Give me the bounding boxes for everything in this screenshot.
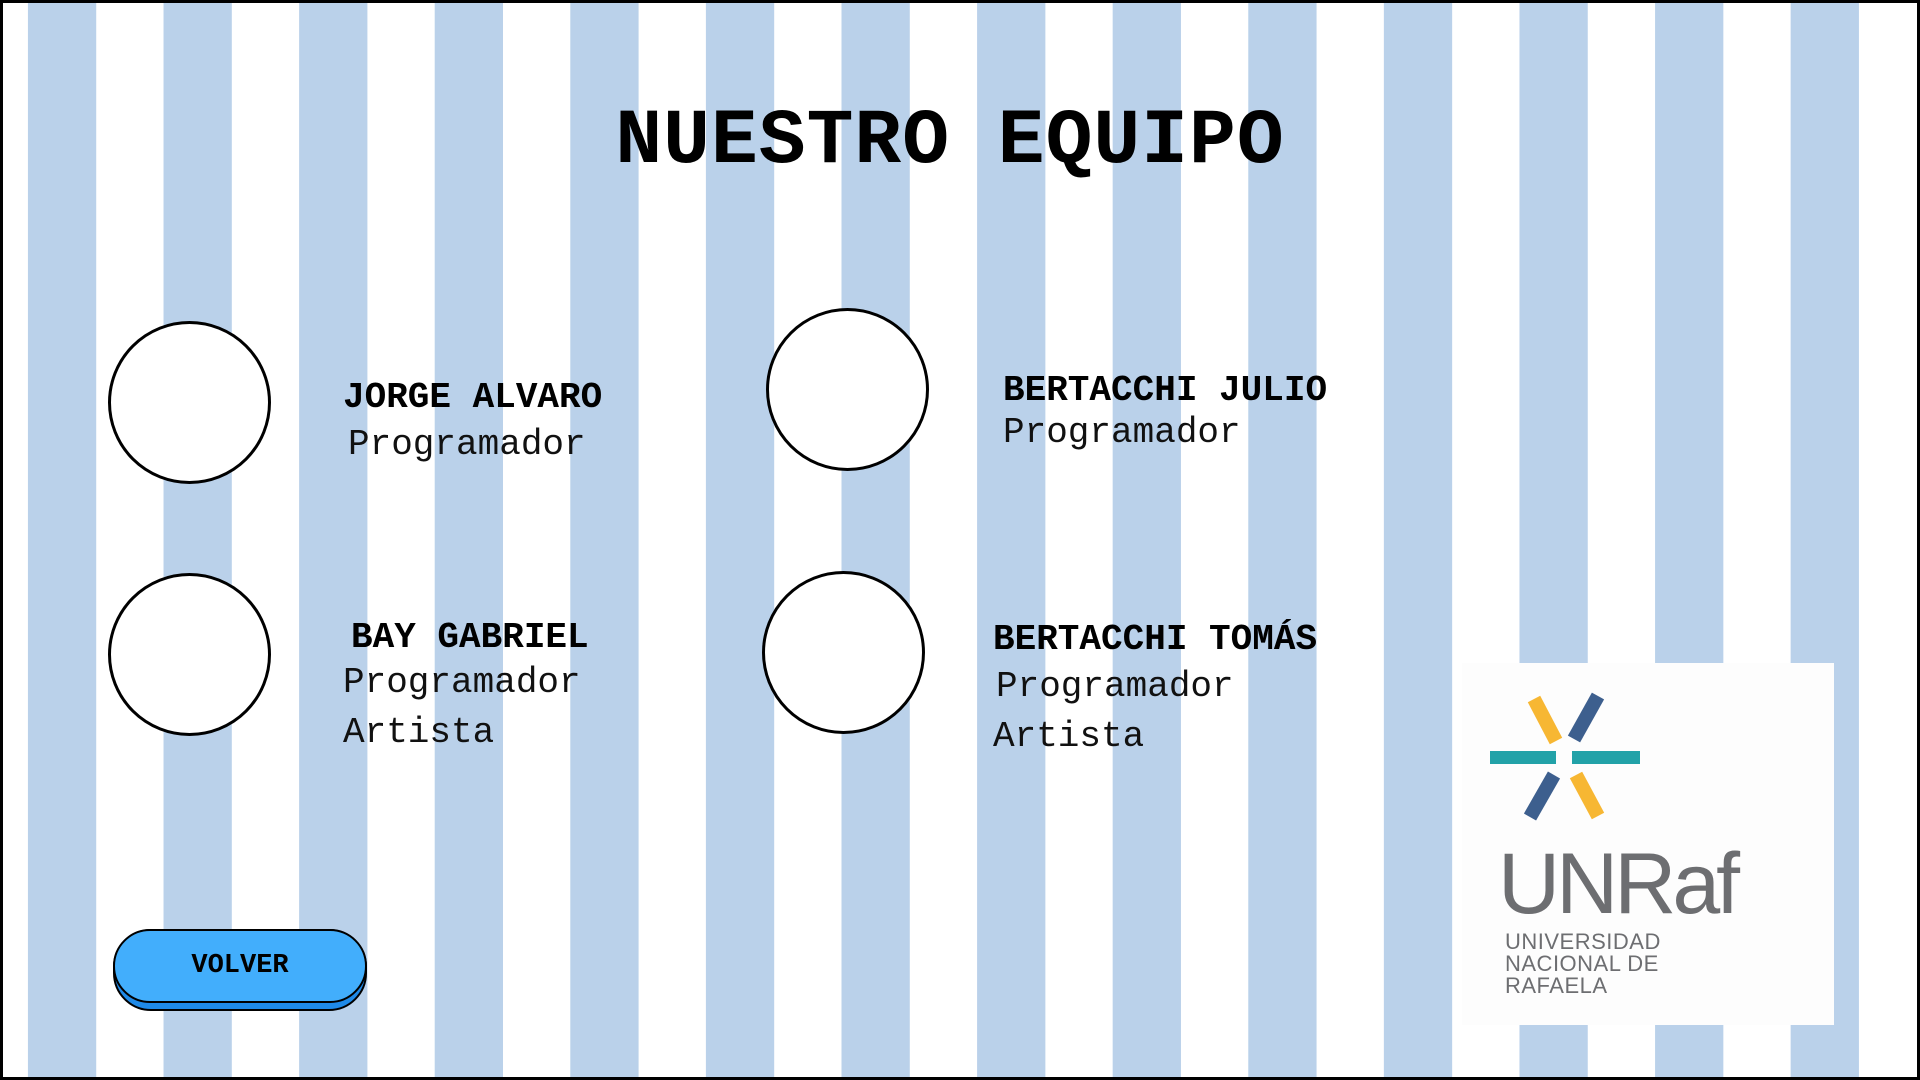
- member-name: JORGE ALVARO: [343, 377, 603, 418]
- member-card-bertacchi-julio: BERTACCHI JULIO Programador: [1003, 369, 1327, 453]
- logo-subtitle-line: UNIVERSIDAD: [1505, 929, 1661, 954]
- member-role: Programador: [343, 662, 581, 703]
- member-avatar-bertacchi-julio: [766, 308, 929, 471]
- back-button[interactable]: VOLVER: [113, 929, 367, 1011]
- member-role: Programador: [1003, 412, 1241, 453]
- team-screen: NUESTRO EQUIPO JORGE ALVARO Programador …: [0, 0, 1920, 1080]
- member-avatar-bay-gabriel: [108, 573, 271, 736]
- page-title: NUESTRO EQUIPO: [615, 98, 1285, 186]
- logo-subtitle: UNIVERSIDAD NACIONAL DE RAFAELA: [1505, 931, 1661, 997]
- member-role: Programador: [996, 666, 1234, 707]
- member-name: BAY GABRIEL: [351, 617, 589, 658]
- member-role: Artista: [343, 712, 495, 753]
- member-card-bertacchi-tomas: BERTACCHI TOMÁS Programador Artista: [993, 618, 1317, 762]
- logo-subtitle-line: NACIONAL DE: [1505, 951, 1659, 976]
- university-logo: UNRaf UNIVERSIDAD NACIONAL DE RAFAELA: [1462, 663, 1834, 1025]
- member-name: BERTACCHI JULIO: [1003, 370, 1328, 411]
- member-role: Programador: [348, 424, 586, 465]
- member-avatar-jorge-alvaro: [108, 321, 271, 484]
- logo-subtitle-line: RAFAELA: [1505, 973, 1608, 998]
- member-name: BERTACCHI TOMÁS: [993, 619, 1318, 660]
- member-card-jorge-alvaro: JORGE ALVARO Programador: [343, 376, 602, 470]
- logo-wordmark: UNRaf: [1498, 836, 1740, 932]
- back-button-label: VOLVER: [113, 929, 367, 1003]
- unraf-star-icon: [1490, 692, 1640, 821]
- member-card-bay-gabriel: BAY GABRIEL Programador Artista: [343, 616, 589, 758]
- member-avatar-bertacchi-tomas: [762, 571, 925, 734]
- member-role: Artista: [993, 716, 1145, 757]
